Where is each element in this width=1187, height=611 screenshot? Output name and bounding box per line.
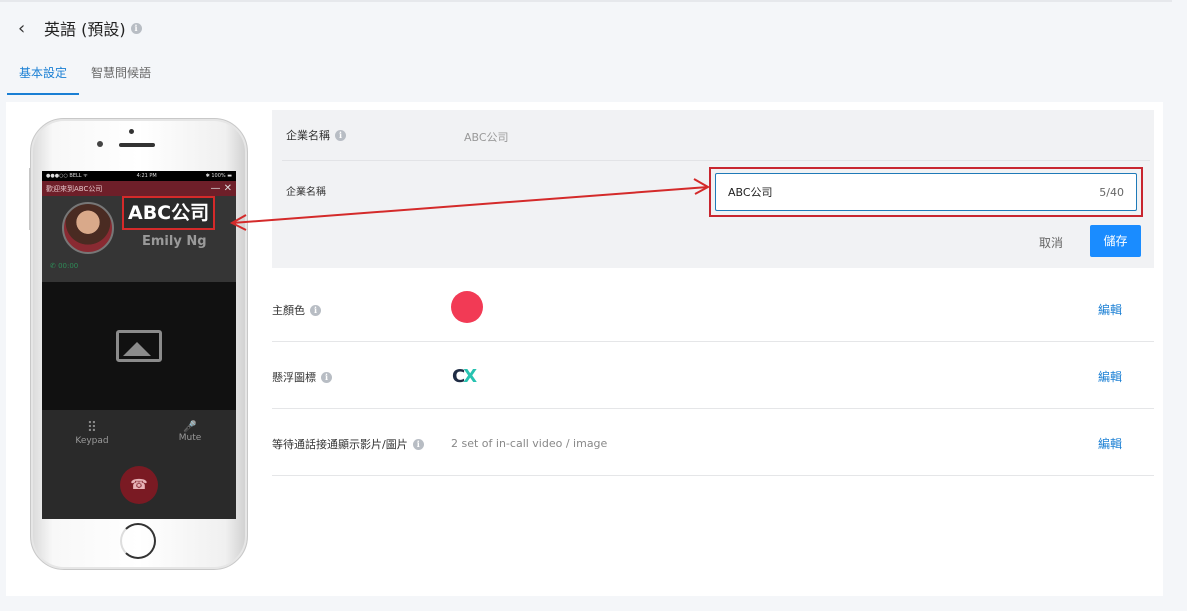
company-name-label: 企業名稱 i — [286, 127, 346, 143]
edit-media-button[interactable]: 編輯 — [1098, 435, 1122, 452]
info-icon: i — [130, 22, 142, 34]
contact-name: Emily Ng — [142, 234, 207, 249]
floating-icon-label: 懸浮圖標 i — [272, 369, 332, 385]
call-banner: 歡迎來到ABC公司 — ✕ — [42, 181, 236, 196]
page-header: ‹ 英語 (預設) i — [18, 16, 142, 40]
primary-color-row: 主顏色 i 編輯 — [272, 275, 1154, 342]
status-time: 4:21 PM — [136, 173, 157, 179]
front-camera — [97, 141, 103, 147]
hangup-icon: ☎ — [120, 466, 158, 504]
keypad-label: Keypad — [75, 436, 109, 446]
image-icon — [116, 330, 162, 362]
input-value: ABC公司 — [728, 186, 773, 199]
info-icon: i — [321, 371, 332, 383]
avatar — [62, 202, 114, 254]
edit-field-label: 企業名稱 — [286, 187, 326, 198]
keypad-icon: ⠿ — [86, 420, 98, 436]
phone-screen: ●●●○○ BELL ᯤ 4:21 PM ✱ 100% ▬ 歡迎來到ABC公司 … — [42, 171, 236, 519]
banner-text: 歡迎來到ABC公司 — [46, 184, 103, 193]
edit-color-button[interactable]: 編輯 — [1098, 301, 1122, 318]
phone-preview: ●●●○○ BELL ᯤ 4:21 PM ✱ 100% ▬ 歡迎來到ABC公司 … — [30, 118, 248, 570]
status-bar: ●●●○○ BELL ᯤ 4:21 PM ✱ 100% ▬ — [42, 171, 236, 181]
home-button — [120, 523, 156, 559]
info-icon: i — [310, 304, 321, 316]
caller-area: ABC公司 Emily Ng ✆ 00:00 — [42, 196, 236, 282]
top-divider — [0, 0, 1172, 2]
company-name-section: 企業名稱 i ABC公司 企業名稱 ABC公司 5/40 取消 儲存 — [272, 110, 1154, 268]
speaker-slot — [119, 143, 155, 147]
media-area — [42, 282, 236, 410]
mute-control: 🎤 Mute — [160, 420, 220, 443]
cancel-button[interactable]: 取消 — [1039, 234, 1063, 251]
input-highlight-frame: ABC公司 5/40 — [709, 167, 1143, 217]
tab-smart-greeting[interactable]: 智慧問候語 — [79, 58, 163, 95]
wait-media-value: 2 set of in-call video / image — [451, 437, 608, 450]
info-icon: i — [412, 438, 424, 450]
company-name-input[interactable]: ABC公司 5/40 — [715, 173, 1137, 211]
page-title: 英語 (預設) — [44, 20, 126, 39]
mute-label: Mute — [178, 433, 202, 443]
cx-logo-icon: CX — [452, 366, 477, 387]
char-counter: 5/40 — [1099, 185, 1124, 199]
settings-panel: ●●●○○ BELL ᯤ 4:21 PM ✱ 100% ▬ 歡迎來到ABC公司 … — [6, 102, 1163, 596]
company-name-highlight: ABC公司 — [122, 196, 216, 230]
battery-text: ✱ 100% ▬ — [205, 173, 232, 179]
tab-basic-settings[interactable]: 基本設定 — [7, 58, 80, 95]
primary-color-label: 主顏色 i — [272, 302, 321, 318]
tab-bar: 基本設定 智慧問候語 — [7, 58, 163, 95]
floating-icon-row: 懸浮圖標 i CX 編輯 — [272, 342, 1154, 409]
call-timer: ✆ 00:00 — [50, 262, 79, 270]
wait-media-label: 等待通話接通顯示影片/圖片 i — [272, 436, 424, 452]
mute-icon: 🎤 — [183, 420, 197, 433]
call-controls: ⠿ Keypad 🎤 Mute ☎ — [42, 410, 236, 519]
camera-dot — [129, 129, 134, 134]
wait-media-row: 等待通話接通顯示影片/圖片 i 2 set of in-call video /… — [272, 409, 1154, 476]
keypad-control: ⠿ Keypad — [62, 420, 122, 446]
info-icon: i — [335, 129, 346, 141]
banner-controls: — ✕ — [210, 183, 232, 194]
carrier-text: ●●●○○ BELL ᯤ — [46, 173, 88, 179]
divider — [282, 160, 1150, 161]
company-name-value: ABC公司 — [464, 131, 509, 144]
color-swatch — [451, 291, 483, 323]
save-button[interactable]: 儲存 — [1090, 225, 1141, 257]
edit-icon-button[interactable]: 編輯 — [1098, 368, 1122, 385]
back-icon[interactable]: ‹ — [18, 18, 34, 39]
